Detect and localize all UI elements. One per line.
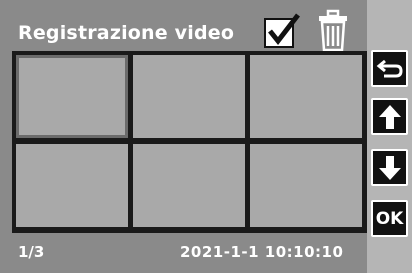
control-sidebar: OK	[367, 0, 412, 273]
down-button[interactable]	[371, 149, 408, 186]
video-thumbnail[interactable]	[133, 144, 245, 227]
main-panel: Registrazione video 1/3 2021-1-1 10:10:1…	[0, 0, 367, 273]
back-button[interactable]	[371, 50, 408, 87]
up-button[interactable]	[371, 98, 408, 135]
ok-label: OK	[375, 208, 404, 229]
video-thumbnail[interactable]	[16, 144, 128, 227]
page-title: Registrazione video	[18, 22, 235, 44]
video-recording-screen: Registrazione video 1/3 2021-1-1 10:10:1…	[0, 0, 412, 273]
return-arrow-icon	[376, 59, 403, 77]
video-thumbnail[interactable]	[250, 144, 362, 227]
trash-icon[interactable]	[317, 9, 349, 53]
video-thumbnail[interactable]	[133, 55, 245, 138]
arrow-down-icon	[378, 155, 401, 180]
page-indicator: 1/3	[18, 243, 45, 261]
ok-button[interactable]: OK	[371, 200, 408, 237]
datetime-label: 2021-1-1 10:10:10	[180, 243, 344, 261]
video-thumbnail-selected[interactable]	[16, 55, 128, 138]
checkbox-checked-icon[interactable]	[263, 13, 301, 51]
arrow-up-icon	[378, 104, 401, 129]
video-thumbnail[interactable]	[250, 55, 362, 138]
thumbnail-grid	[12, 51, 367, 233]
